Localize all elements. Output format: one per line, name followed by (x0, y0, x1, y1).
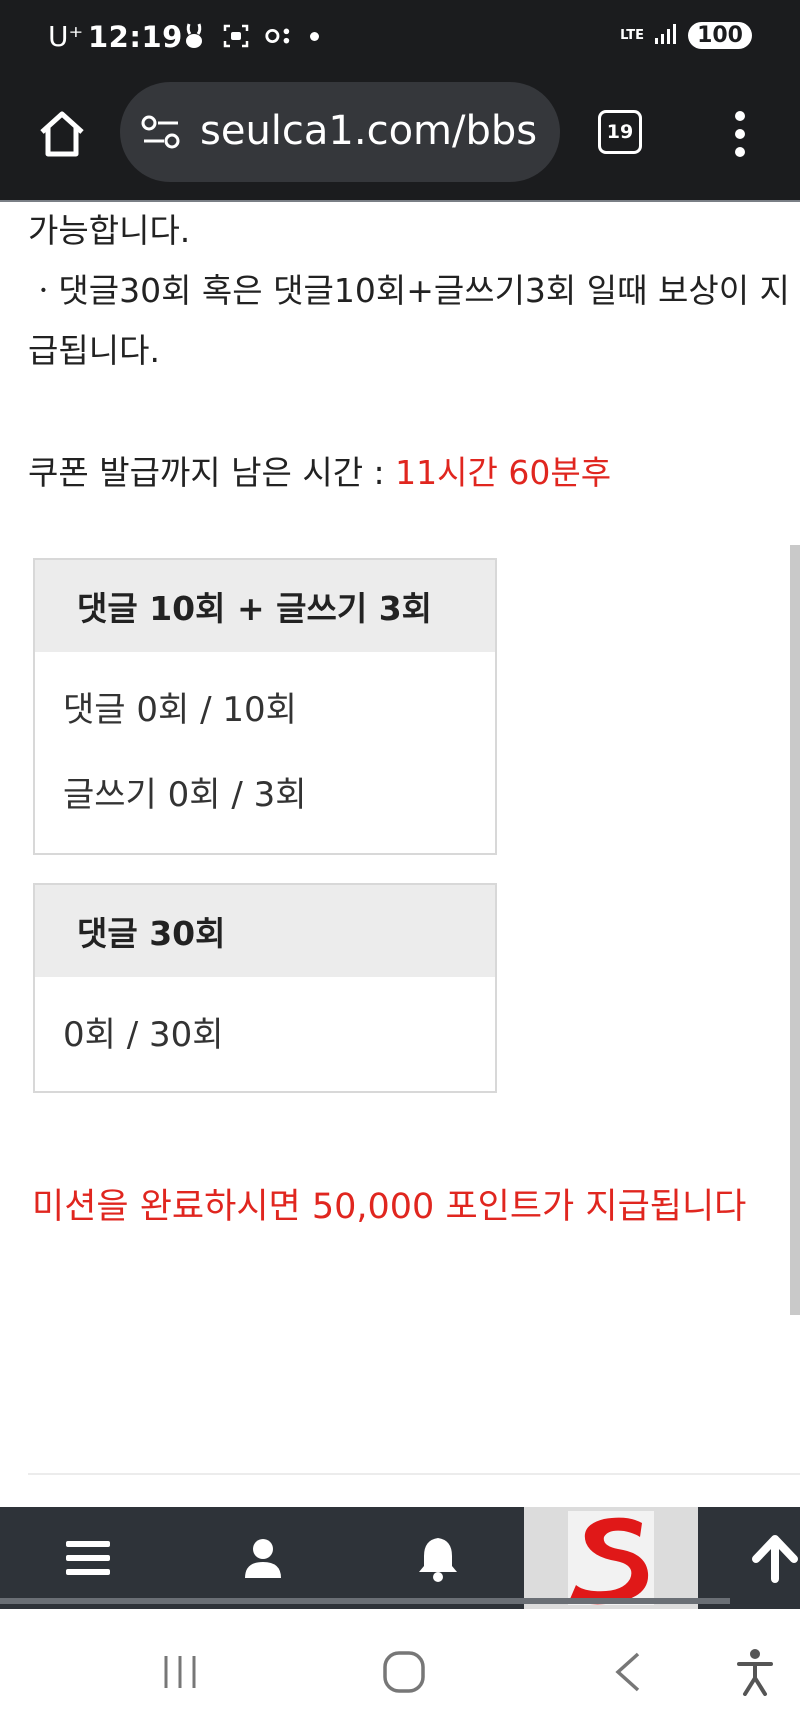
signal-icon (654, 23, 678, 49)
arrow-up-icon (752, 1535, 798, 1583)
link-icon (264, 22, 292, 50)
comment-progress: 댓글 0회 / 10회 (63, 690, 297, 730)
site-settings-icon[interactable] (140, 112, 182, 152)
recent-apps-icon (164, 1655, 196, 1688)
browser-menu-button[interactable] (728, 106, 752, 162)
timer-label: 쿠폰 발급까지 남은 시간 : (28, 453, 396, 492)
screenshot-icon (222, 22, 250, 50)
system-status: LTE 100 (620, 22, 752, 49)
description-line: 가능합니다. (28, 211, 191, 250)
home-icon (40, 111, 84, 157)
reward-notice: 미션을 완료하시면 50,000 포인트가 지급됩니다 (32, 1187, 747, 1227)
browser-toolbar: seulca1.com/bbs 19 (0, 76, 800, 202)
divider (28, 1473, 800, 1475)
comment-progress: 0회 / 30회 (63, 1015, 224, 1055)
url-text[interactable]: seulca1.com/bbs (200, 108, 545, 154)
system-navigation-bar (0, 1609, 800, 1734)
more-vert-icon (735, 111, 745, 157)
mission-card-comments: 댓글 30회 0회 / 30회 (33, 883, 497, 1093)
accessibility-button[interactable] (730, 1609, 780, 1734)
user-icon (245, 1539, 281, 1578)
description-line: 급됩니다. (28, 331, 160, 370)
site-bottom-nav (0, 1507, 800, 1609)
back-button[interactable] (598, 1609, 658, 1734)
scrollbar[interactable] (790, 545, 800, 1315)
home-button[interactable] (34, 106, 90, 162)
more-notifications-dot (310, 31, 319, 41)
description-line: ㆍ댓글30회 혹은 댓글10회+글쓰기3회 일때 보상이 지 (28, 271, 790, 310)
notifications-button[interactable] (390, 1507, 486, 1609)
mission-card-title: 댓글 10회 + 글쓰기 3회 (35, 560, 495, 652)
site-logo (568, 1511, 654, 1605)
menu-button[interactable] (40, 1507, 136, 1609)
home-circle-icon (383, 1650, 425, 1693)
accessibility-icon (737, 1648, 773, 1696)
timer-value: 11시간 60분후 (395, 453, 612, 492)
home-system-button[interactable] (374, 1609, 434, 1734)
site-logo-button[interactable] (524, 1507, 698, 1609)
mission-description: 가능합니다. ㆍ댓글30회 혹은 댓글10회+글쓰기3회 일때 보상이 지 급됩… (28, 210, 800, 372)
notification-icons (180, 22, 319, 50)
rabbit-icon (180, 22, 208, 50)
mission-card-combo: 댓글 10회 + 글쓰기 3회 댓글 0회 / 10회 글쓰기 0회 / 3회 (33, 558, 497, 855)
recent-apps-button[interactable] (150, 1609, 210, 1734)
carrier-label: U⁺ (48, 20, 84, 53)
network-type: LTE (620, 28, 645, 43)
tab-switcher-button[interactable]: 19 (598, 110, 642, 154)
battery-level: 100 (688, 22, 752, 49)
page-progress-bar (0, 1598, 730, 1604)
status-bar: U⁺ 12:19 LTE 100 (0, 0, 800, 76)
back-icon (615, 1652, 640, 1691)
post-progress: 글쓰기 0회 / 3회 (63, 775, 307, 815)
profile-button[interactable] (215, 1507, 311, 1609)
menu-icon (66, 1541, 110, 1575)
scroll-top-button[interactable] (750, 1507, 800, 1609)
coupon-timer: 쿠폰 발급까지 남은 시간 : 11시간 60분후 (28, 446, 611, 494)
address-bar[interactable]: seulca1.com/bbs (120, 82, 560, 182)
status-time: 12:19 (88, 20, 183, 54)
bell-icon (419, 1538, 457, 1582)
mission-card-title: 댓글 30회 (35, 885, 495, 977)
